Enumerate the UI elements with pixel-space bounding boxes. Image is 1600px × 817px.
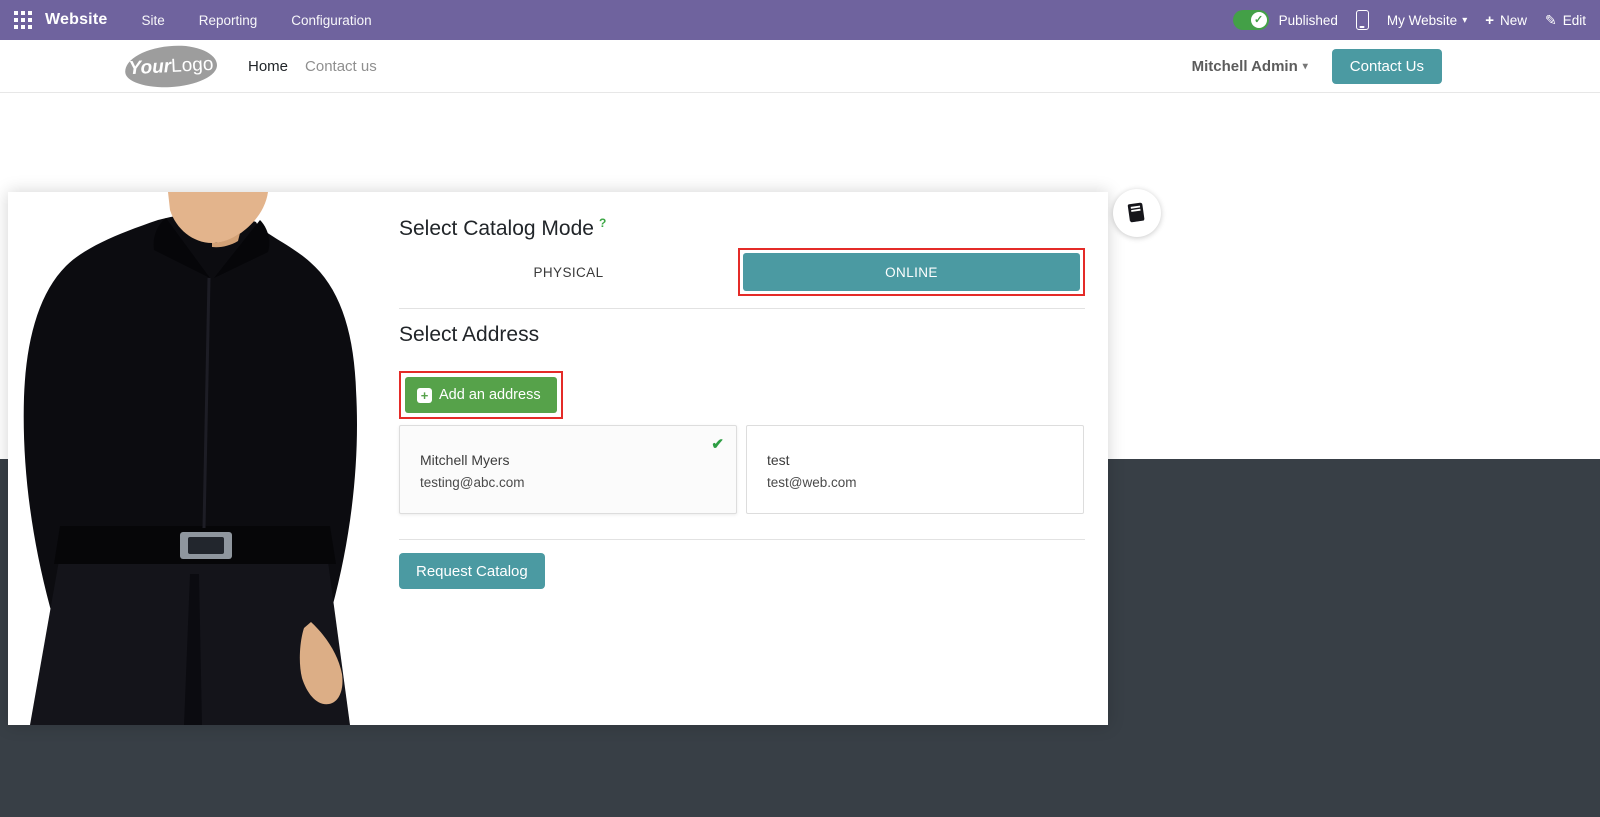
address-card-selected[interactable]: ✔ Mitchell Myers testing@abc.com (399, 425, 737, 514)
published-label: Published (1278, 12, 1338, 28)
menu-reporting[interactable]: Reporting (199, 13, 258, 28)
request-catalog-button[interactable]: Request Catalog (399, 553, 545, 589)
new-label: New (1499, 12, 1527, 28)
toggle-switch[interactable]: ✓ (1232, 10, 1269, 30)
app-title[interactable]: Website (45, 11, 107, 29)
edit-button[interactable]: ✎ Edit (1545, 12, 1586, 29)
published-toggle[interactable]: ✓ Published (1232, 10, 1338, 30)
menu-configuration[interactable]: Configuration (291, 13, 371, 28)
plus-icon: + (417, 387, 432, 403)
new-button[interactable]: + New (1485, 12, 1527, 29)
man-in-black-shirt-illustration (8, 192, 375, 725)
catalog-form: Select Catalog Mode? PHYSICAL ONLINE Sel… (399, 192, 1085, 725)
nav-link-home[interactable]: Home (248, 58, 288, 75)
logo-text-logo: Logo (170, 52, 214, 76)
check-icon: ✓ (1250, 12, 1267, 28)
select-address-title: Select Address (399, 323, 540, 346)
mode-option-physical[interactable]: PHYSICAL (399, 248, 738, 296)
divider (399, 308, 1085, 309)
catalog-mode-title: Select Catalog Mode? (399, 216, 606, 241)
website-selector-label: My Website (1386, 12, 1458, 28)
logo-text-your: Your (128, 55, 172, 79)
address-name: test (767, 452, 790, 468)
user-dropdown[interactable]: Mitchell Admin ▾ (1192, 58, 1308, 75)
contact-us-button[interactable]: Contact Us (1331, 48, 1442, 84)
backend-navbar: Website Site Reporting Configuration ✓ P… (0, 0, 1600, 40)
mode-selector: PHYSICAL ONLINE (399, 248, 1085, 296)
help-icon[interactable]: ? (599, 216, 606, 230)
address-email: testing@abc.com (420, 475, 525, 490)
pencil-icon: ✎ (1545, 11, 1557, 28)
chevron-down-icon: ▾ (1462, 14, 1468, 26)
annotation-box-add-address: + Add an address (399, 371, 563, 419)
selected-check-icon: ✔ (711, 436, 724, 453)
add-address-button[interactable]: + Add an address (405, 377, 557, 413)
website-selector[interactable]: My Website ▾ (1387, 13, 1467, 28)
catalog-book-fab[interactable] (1113, 189, 1161, 237)
address-email: test@web.com (767, 475, 857, 490)
divider (399, 539, 1085, 540)
nav-link-contact-us[interactable]: Contact us (305, 58, 377, 75)
address-card[interactable]: test test@web.com (746, 425, 1084, 514)
mode-option-online[interactable]: ONLINE (742, 253, 1080, 291)
catalog-request-card: Select Catalog Mode? PHYSICAL ONLINE Sel… (8, 192, 1108, 725)
menu-site[interactable]: Site (141, 13, 164, 28)
apps-grid-icon[interactable] (14, 11, 32, 29)
product-image (8, 192, 375, 725)
chevron-down-icon: ▾ (1302, 60, 1308, 72)
book-icon (1127, 202, 1145, 224)
page: Website Site Reporting Configuration ✓ P… (0, 0, 1600, 817)
user-name: Mitchell Admin (1191, 57, 1298, 75)
catalog-mode-title-text: Select Catalog Mode (399, 217, 594, 240)
address-name: Mitchell Myers (420, 452, 510, 468)
mobile-preview-icon[interactable] (1355, 10, 1369, 30)
site-logo[interactable]: YourLogo (123, 43, 219, 89)
annotation-box-online: ONLINE (737, 248, 1085, 296)
address-list: ✔ Mitchell Myers testing@abc.com test te… (399, 425, 1085, 514)
site-navbar: YourLogo Home Contact us Mitchell Admin … (0, 40, 1600, 93)
add-address-label: Add an address (439, 387, 541, 403)
plus-icon: + (1485, 11, 1494, 29)
edit-label: Edit (1562, 12, 1586, 28)
